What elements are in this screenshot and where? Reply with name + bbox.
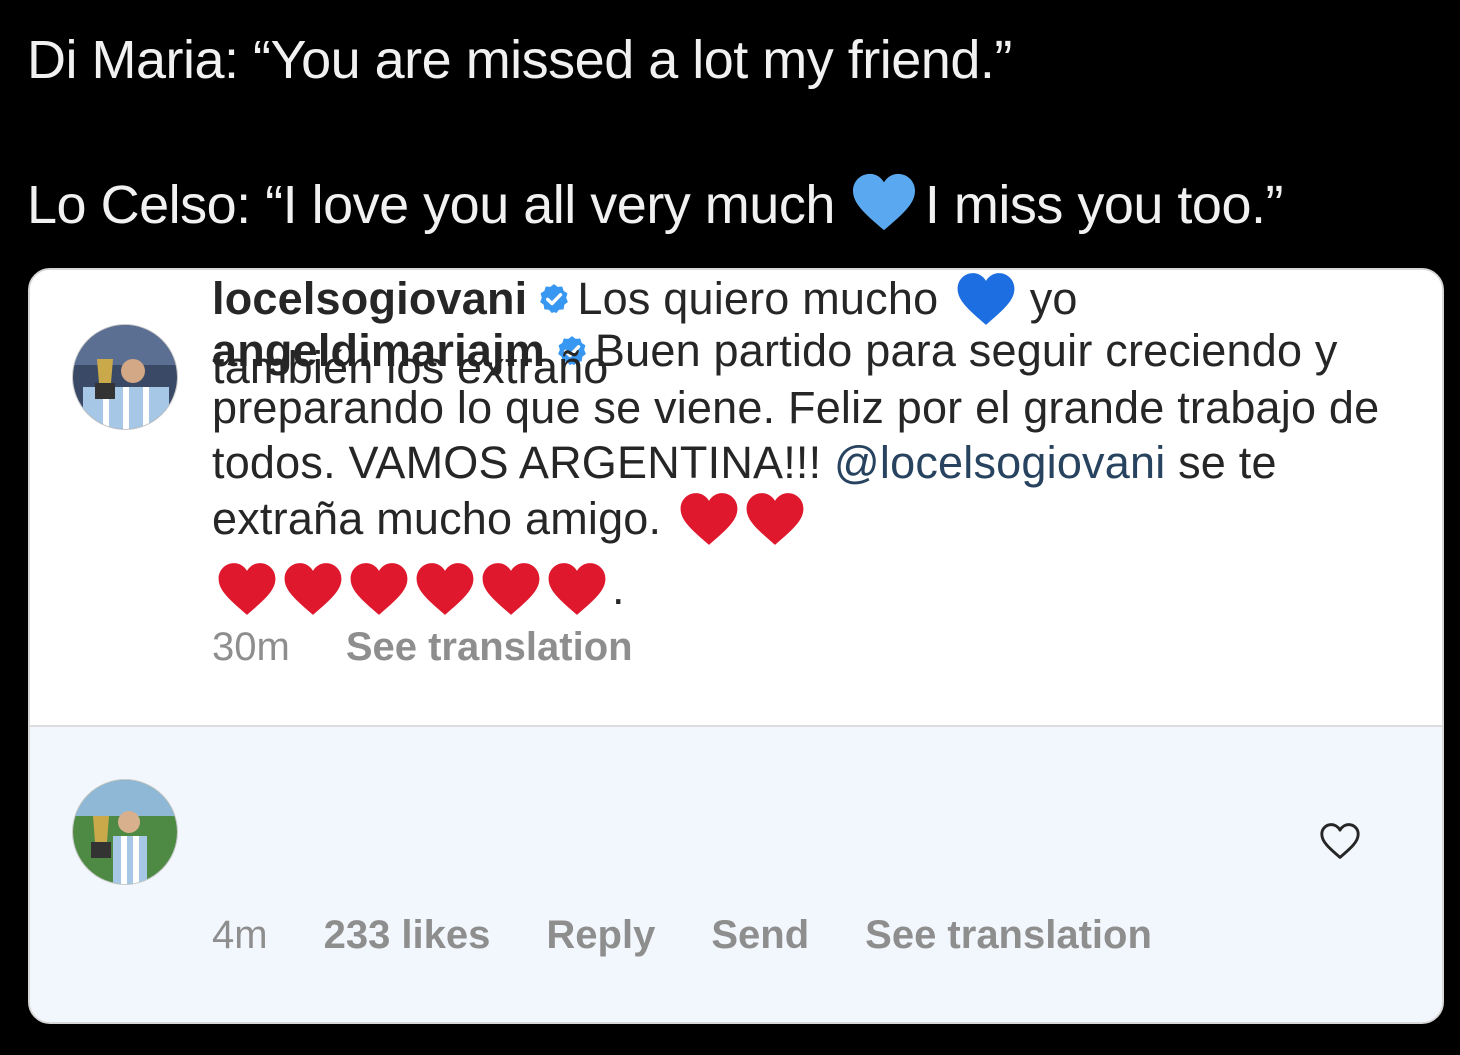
- red-heart-icon: [348, 560, 410, 630]
- red-heart-icon: [282, 560, 344, 630]
- see-translation-link[interactable]: See translation: [865, 913, 1152, 957]
- comment-time: 30m: [212, 625, 290, 669]
- red-heart-icon: [678, 490, 740, 560]
- comment-body-start: Los quiero mucho: [577, 273, 939, 324]
- red-heart-icon: [414, 560, 476, 630]
- tweet-line-1: Di Maria: “You are missed a lot my frien…: [27, 30, 1012, 90]
- tweet-line-2: Lo Celso: “I love you all very much I mis…: [27, 171, 1283, 245]
- red-heart-icon: [744, 490, 806, 560]
- tweet-line-2-start: Lo Celso: “I love you all very much: [27, 175, 835, 235]
- red-heart-icon: [546, 560, 608, 630]
- verified-badge-icon: [537, 273, 571, 328]
- tweet-line-2-end: I miss you too.”: [924, 175, 1284, 235]
- heart-outline-icon[interactable]: [1318, 821, 1362, 866]
- mention-link[interactable]: @locelsogiovani: [834, 437, 1165, 488]
- comment-time: 4m: [212, 913, 268, 957]
- likes-count[interactable]: 233 likes: [324, 913, 491, 957]
- red-heart-icon: [480, 560, 542, 630]
- see-translation-link[interactable]: See translation: [346, 625, 633, 669]
- blue-heart-icon: [849, 171, 919, 245]
- comment-username[interactable]: locelsogiovani: [212, 273, 527, 324]
- blue-heart-icon: [955, 270, 1017, 340]
- avatar[interactable]: [72, 779, 178, 885]
- comment-meta: 4m 233 likes Reply Send See translation: [212, 913, 1208, 958]
- red-heart-icon: [216, 560, 278, 630]
- comment-meta: 30m See translation: [212, 625, 689, 670]
- avatar[interactable]: [72, 324, 178, 430]
- trailing-period: .: [612, 563, 625, 614]
- comments-card: angeldimariajm Buen partido para seguir c…: [28, 268, 1444, 1024]
- reply-button[interactable]: Reply: [546, 913, 655, 957]
- send-button[interactable]: Send: [711, 913, 809, 957]
- comment-locelso: [30, 727, 1442, 1022]
- comment-text: locelsogiovani Los quiero mucho yo tambié…: [212, 270, 1212, 395]
